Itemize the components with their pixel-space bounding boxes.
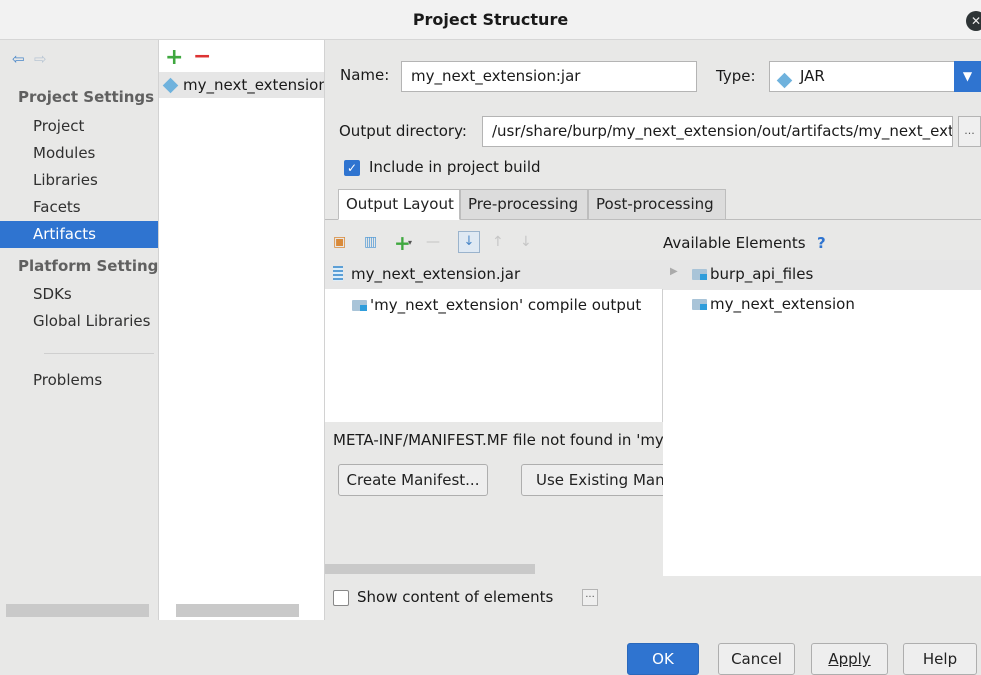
project-settings-heading: Project Settings bbox=[18, 88, 155, 106]
forward-arrow-icon[interactable]: ⇨ bbox=[34, 50, 47, 68]
show-content-label: Show content of elements bbox=[357, 588, 554, 606]
sidebar-item-modules[interactable]: Modules bbox=[0, 140, 158, 167]
tree-row-root-label: my_next_extension.jar bbox=[351, 265, 521, 283]
tree-row-root[interactable]: my_next_extension.jar bbox=[333, 265, 520, 283]
cancel-button[interactable]: Cancel bbox=[718, 643, 795, 675]
apply-button[interactable]: Apply bbox=[811, 643, 888, 675]
tree-row-compile-output-label: 'my_next_extension' compile output bbox=[370, 296, 642, 314]
tab-post-processing[interactable]: Post-processing bbox=[588, 189, 726, 220]
jar-type-icon bbox=[776, 71, 797, 89]
available-item-my-next-extension-label: my_next_extension bbox=[710, 295, 855, 313]
tab-pre-processing[interactable]: Pre-processing bbox=[460, 189, 588, 220]
sidebar-item-artifacts[interactable]: Artifacts bbox=[0, 221, 158, 248]
tab-output-layout[interactable]: Output Layout bbox=[338, 189, 460, 220]
sidebar-separator bbox=[44, 353, 154, 354]
use-existing-manifest-button[interactable]: Use Existing Manifest... bbox=[521, 464, 663, 496]
remove-element-icon[interactable]: — bbox=[426, 234, 440, 250]
tree-row-compile-output[interactable]: 'my_next_extension' compile output bbox=[352, 296, 662, 314]
output-directory-input[interactable]: /usr/share/burp/my_next_extension/out/ar… bbox=[482, 116, 953, 147]
include-in-build-checkbox[interactable]: ✓ bbox=[344, 160, 360, 176]
create-archive-icon[interactable]: ▣ bbox=[333, 234, 346, 250]
artifacts-list-scrollbar[interactable] bbox=[176, 604, 299, 617]
library-folder-icon bbox=[692, 269, 707, 280]
jar-artifact-icon bbox=[162, 77, 179, 94]
name-label: Name: bbox=[340, 66, 390, 84]
artifact-list-item-label: my_next_extension:jar bbox=[183, 76, 324, 94]
sidebar-item-project[interactable]: Project bbox=[0, 113, 158, 140]
include-in-build-label: Include in project build bbox=[369, 158, 541, 176]
sort-elements-icon[interactable]: ↓ bbox=[458, 231, 480, 253]
project-structure-window: Project Structure ✕ ⇦ ⇨ Project Settings… bbox=[0, 0, 981, 675]
move-up-icon[interactable]: ↑ bbox=[492, 234, 504, 250]
sidebar-item-libraries[interactable]: Libraries bbox=[0, 167, 158, 194]
add-dropdown-chevron-icon[interactable]: ▾ bbox=[408, 238, 412, 247]
available-item-my-next-extension[interactable]: my_next_extension bbox=[692, 295, 855, 313]
module-folder-icon bbox=[692, 299, 707, 310]
available-item-burp-api-files[interactable]: burp_api_files bbox=[692, 265, 813, 283]
sidebar-item-facets[interactable]: Facets bbox=[0, 194, 158, 221]
module-folder-icon bbox=[352, 300, 367, 311]
ok-button[interactable]: OK bbox=[627, 643, 699, 675]
window-title: Project Structure bbox=[412, 10, 569, 29]
manifest-scrollbar[interactable] bbox=[325, 564, 535, 574]
sidebar-item-problems[interactable]: Problems bbox=[0, 367, 158, 394]
sidebar-item-global-libraries[interactable]: Global Libraries bbox=[0, 308, 158, 335]
artifact-name-input[interactable]: my_next_extension:jar bbox=[401, 61, 697, 92]
add-artifact-icon[interactable]: + bbox=[165, 47, 183, 69]
type-label: Type: bbox=[716, 67, 756, 85]
available-elements-heading: Available Elements bbox=[663, 234, 806, 252]
show-content-checkbox[interactable] bbox=[333, 590, 349, 606]
expand-arrow-icon[interactable]: ▶ bbox=[670, 266, 678, 277]
output-directory-label: Output directory: bbox=[339, 122, 467, 140]
available-item-burp-api-files-label: burp_api_files bbox=[710, 265, 814, 283]
show-content-options-button[interactable]: ... bbox=[582, 589, 598, 606]
manifest-panel: META-INF/MANIFEST.MF file not found in '… bbox=[325, 422, 663, 576]
remove-artifact-icon[interactable]: − bbox=[193, 46, 211, 68]
move-down-icon[interactable]: ↓ bbox=[520, 234, 532, 250]
create-manifest-button[interactable]: Create Manifest... bbox=[338, 464, 488, 496]
back-arrow-icon[interactable]: ⇦ bbox=[12, 50, 25, 68]
help-button[interactable]: Help bbox=[903, 643, 977, 675]
jar-file-icon bbox=[333, 266, 343, 281]
artifact-type-select[interactable]: JAR bbox=[769, 61, 981, 92]
artifact-list-item[interactable]: my_next_extension:jar bbox=[159, 72, 324, 98]
sidebar-scrollbar[interactable] bbox=[6, 604, 149, 617]
sidebar-item-sdks[interactable]: SDKs bbox=[0, 281, 158, 308]
create-directory-icon[interactable]: ▥ bbox=[364, 234, 377, 250]
platform-settings-heading: Platform Settings bbox=[18, 257, 158, 275]
artifact-type-value: JAR bbox=[800, 67, 825, 85]
browse-button[interactable]: ... bbox=[958, 116, 981, 147]
help-icon[interactable]: ? bbox=[817, 234, 826, 252]
chevron-down-icon[interactable]: ▼ bbox=[954, 61, 981, 92]
close-icon[interactable]: ✕ bbox=[966, 11, 981, 31]
artifacts-list-pane bbox=[158, 40, 325, 620]
manifest-message: META-INF/MANIFEST.MF file not found in '… bbox=[333, 431, 663, 449]
